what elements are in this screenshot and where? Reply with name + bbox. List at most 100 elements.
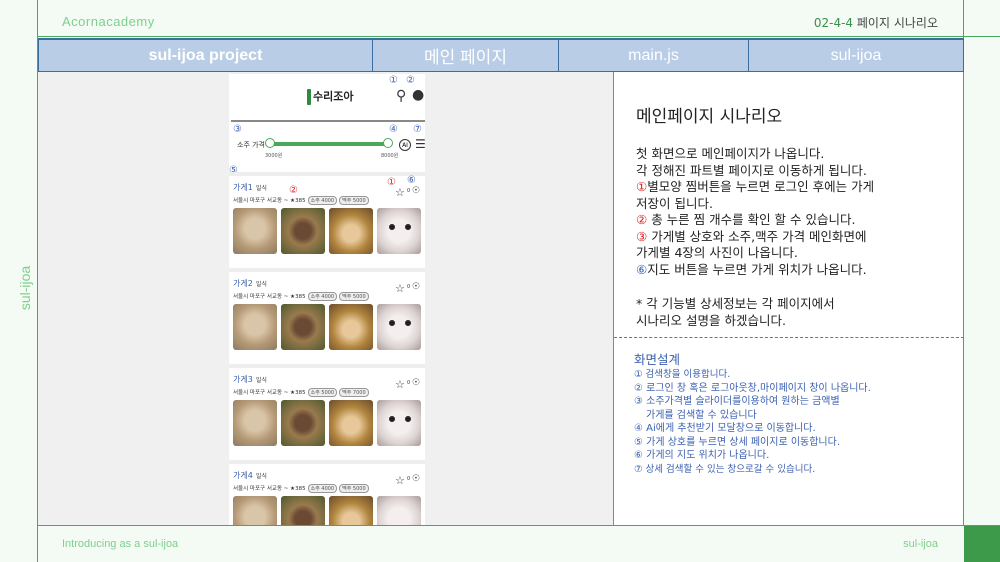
star-icon[interactable]: ☆ <box>395 186 405 199</box>
scenario-text: 지도 버튼을 누르면 가게 위치가 나옵니다. <box>647 261 867 277</box>
frame-top-line <box>37 36 1000 37</box>
beer-price: 맥주 7000 <box>339 388 369 397</box>
store-photo <box>281 496 325 525</box>
marker-2: ② <box>406 75 415 86</box>
marker-2-red: ② <box>289 185 298 196</box>
frame-bottom-line <box>37 525 1000 526</box>
star-icon[interactable]: ☆ <box>395 474 405 487</box>
user-icon[interactable]: ● <box>412 87 424 103</box>
ai-recommend-button[interactable]: AI <box>399 139 411 151</box>
store-rating: ★385 <box>290 390 306 396</box>
store-photos <box>233 400 421 446</box>
footer-right-label: sul-ijoa <box>903 538 938 550</box>
store-photo <box>329 208 373 254</box>
scenario-text: 총 누른 찜 개수를 확인 할 수 있습니다. <box>647 212 856 227</box>
header-app: sul-ijoa <box>749 40 964 71</box>
scenario-text: 별모양 찜버튼을 누르면 로그인 후에는 가게 <box>647 179 875 194</box>
soju-price: 소주 4000 <box>307 292 338 301</box>
like-count: 0 <box>407 380 411 386</box>
slider-max-handle[interactable] <box>383 138 393 148</box>
beer-price: 맥주 5000 <box>339 292 369 301</box>
header-project: sul-ijoa project <box>39 40 373 71</box>
photo-detail <box>405 320 411 326</box>
store-photo <box>329 496 373 525</box>
scenario-line: 저장이 됩니다. <box>636 195 713 211</box>
store-photo <box>233 208 277 254</box>
photo-detail <box>389 416 395 422</box>
store-photo <box>281 304 325 350</box>
scenario-line: ② 총 누른 찜 개수를 확인 할 수 있습니다. <box>636 212 956 229</box>
store-card[interactable]: 가게2 일식 서울시 마포구 서교동 ~ ★385 소주 4000 맥주 5000 ☆… <box>229 268 425 356</box>
address-text: 서울시 마포구 서교동 ~ <box>233 486 289 492</box>
ai-label: AI <box>402 141 408 149</box>
store-name[interactable]: 가게3 일식 <box>233 374 267 385</box>
app-logo[interactable]: 수리조아 <box>307 88 353 105</box>
header-row: sul-ijoa project 메인 페이지 main.js sul-ijoa <box>38 38 964 72</box>
store-photo <box>233 304 277 350</box>
section-divider <box>614 337 964 338</box>
header-page: 메인 페이지 <box>373 40 559 71</box>
scenario-text: 가게별 상호와 소주,맥주 가격 메인화면에 <box>647 228 867 244</box>
beer-price: 맥주 5000 <box>339 484 369 493</box>
store-photo <box>377 304 421 350</box>
footer-left-label: Introducing as a sul-ijoa <box>62 538 179 550</box>
scenario-line: ①별모양 찜버튼을 누르면 로그인 후에는 가게 <box>636 179 956 196</box>
scenario-note: * 각 기능별 상세정보는 각 페이지에서 시나리오 설명을 하겠습니다. <box>636 295 956 329</box>
main-page-mock: 수리조아 ① ② ⚲ ● ③ ④ ⑦ 소주 가격 3000원 8000원 AI … <box>229 74 425 525</box>
marker-6: ⑥ <box>407 175 416 186</box>
store-rating: ★385 <box>290 198 306 204</box>
store-card[interactable]: 가게4 일식 서울시 마포구 서교동 ~ ★385 소주 4000 맥주 5000 ☆… <box>229 460 425 525</box>
star-icon[interactable]: ☆ <box>395 282 405 295</box>
store-photos <box>233 496 421 525</box>
scenario-line: 가게별 4장의 사진이 나옵니다. <box>636 245 798 260</box>
store-title: 가게3 <box>233 375 253 384</box>
header-file: main.js <box>559 40 749 71</box>
search-icon[interactable]: ⚲ <box>396 88 406 104</box>
map-pin-icon[interactable]: ☉ <box>412 378 420 388</box>
like-count: 0 <box>407 284 411 290</box>
store-photo <box>377 208 421 254</box>
soju-price: 소주 4000 <box>307 484 338 493</box>
price-slider[interactable] <box>269 142 387 146</box>
store-address: 서울시 마포구 서교동 ~ ★385 소주 4000 맥주 5000 <box>233 292 369 301</box>
page-section-title: 페이지 시나리오 <box>856 16 938 30</box>
beer-price: 맥주 5000 <box>339 196 369 205</box>
store-card[interactable]: 가게1일식 ② ① ⑥ ③ 서울시 마포구 서교동 ~ ★385소주 4000맥… <box>229 172 425 260</box>
design-item: ① 검색창을 이용합니다. <box>634 369 731 380</box>
store-name[interactable]: 가게4 일식 <box>233 470 267 481</box>
page-number: 02-4-4 페이지 시나리오 <box>814 14 938 31</box>
photo-detail <box>389 320 395 326</box>
like-count: 0 <box>407 476 411 482</box>
store-category: 일식 <box>255 185 267 192</box>
store-photo <box>233 400 277 446</box>
marker-red: ③ <box>636 228 648 244</box>
map-pin-icon[interactable]: ☉ <box>412 186 420 196</box>
slider-min-handle[interactable] <box>265 138 275 148</box>
price-min: 3000원 <box>265 153 283 159</box>
store-photos <box>233 208 421 254</box>
store-name[interactable]: 가게2 일식 <box>233 278 267 289</box>
marker-4: ④ <box>389 124 398 135</box>
scenario-line: ③ 가게별 상호와 소주,맥주 가격 메인화면에 <box>636 229 956 246</box>
photo-detail <box>405 224 411 230</box>
soju-price: 소주 4000 <box>307 196 338 205</box>
marker-1: ① <box>389 75 398 86</box>
marker-blue: ⑥ <box>636 261 648 277</box>
price-max: 8000원 <box>381 153 399 159</box>
slide: Acornacademy 02-4-4 페이지 시나리오 sul-ijoa su… <box>0 0 1000 562</box>
store-card[interactable]: 가게3 일식 서울시 마포구 서교동 ~ ★385 소주 5000 맥주 7000 ☆… <box>229 364 425 452</box>
note-line: 시나리오 설명을 하겠습니다. <box>636 313 786 328</box>
design-item: 가게를 검색할 수 있습니다 <box>646 409 757 421</box>
map-pin-icon[interactable]: ☉ <box>412 282 420 292</box>
map-pin-icon[interactable]: ☉ <box>412 474 420 484</box>
menu-icon[interactable]: ☰ <box>415 137 425 151</box>
star-icon[interactable]: ☆ <box>395 378 405 391</box>
store-title: 가게2 <box>233 279 253 288</box>
page-num: 02-4-4 <box>813 16 854 30</box>
price-filter: ③ ④ ⑦ 소주 가격 3000원 8000원 AI ☰ <box>231 120 425 159</box>
store-photo <box>377 400 421 446</box>
like-count: 0 <box>407 188 411 194</box>
store-name[interactable]: 가게1 일식 <box>233 182 267 193</box>
address-text: 서울시 마포구 서교동 ~ <box>233 390 289 396</box>
price-label: 소주 가격 <box>237 141 265 149</box>
